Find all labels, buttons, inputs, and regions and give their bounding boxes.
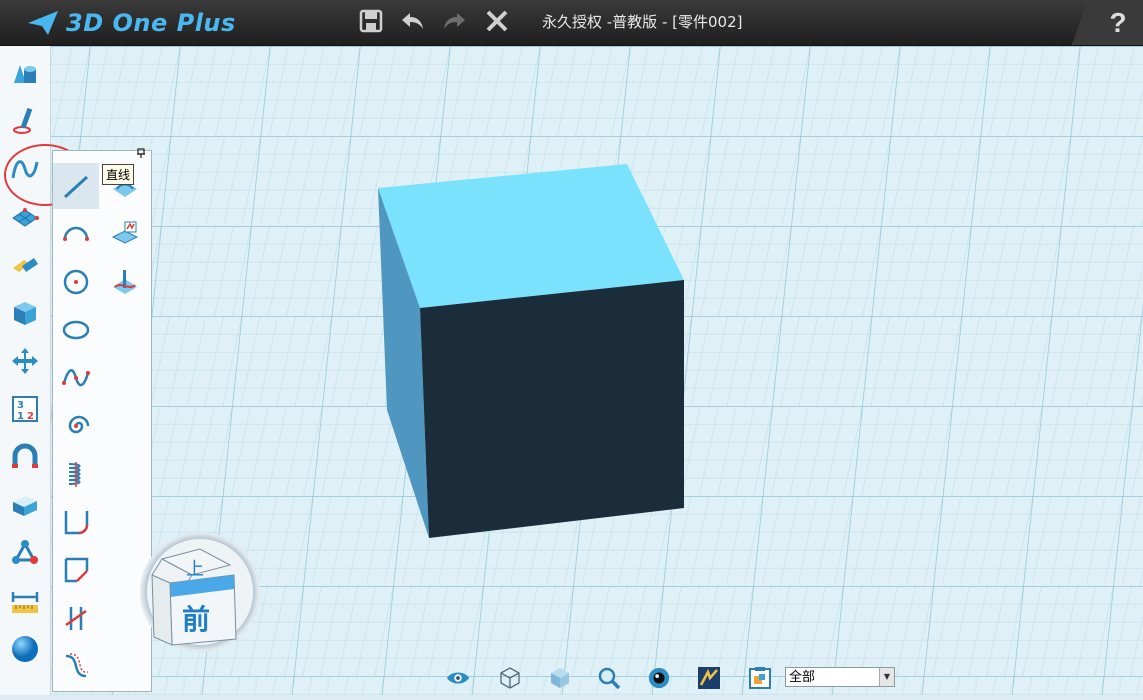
- feature-button[interactable]: [8, 296, 42, 330]
- curve-flyout-panel: [52, 150, 152, 692]
- wireframe-view-button[interactable]: [498, 666, 522, 690]
- view-visibility-button[interactable]: [446, 666, 470, 690]
- close-button[interactable]: [484, 8, 510, 34]
- app-name: 3D One Plus: [66, 9, 236, 37]
- chevron-down-icon[interactable]: ▼: [879, 668, 894, 686]
- line-tool[interactable]: [53, 163, 99, 209]
- reference-geometry-icon: [111, 221, 139, 244]
- combine-button[interactable]: [8, 248, 42, 282]
- save-icon: [359, 9, 383, 33]
- undo-button[interactable]: [400, 8, 426, 34]
- svg-text:2: 2: [27, 411, 34, 422]
- sketch-display-icon: [698, 667, 720, 689]
- basic-shapes-icon: [14, 65, 36, 83]
- basic-shapes-button[interactable]: [8, 56, 42, 90]
- move-icon: [12, 348, 38, 374]
- project-curve-tool[interactable]: [101, 259, 147, 305]
- sphere-icon: [12, 636, 38, 662]
- trim-icon: [65, 607, 87, 630]
- view-cube-front-label: 前: [182, 603, 210, 636]
- combine-icon: [13, 258, 38, 272]
- spiral-tool[interactable]: [53, 403, 99, 449]
- special-functions-icon: [12, 208, 39, 227]
- close-icon: [486, 10, 508, 32]
- circle-tool[interactable]: [53, 259, 99, 305]
- spiral-icon: [68, 415, 90, 434]
- specific-dims-button[interactable]: 3 1 2: [8, 392, 42, 426]
- arc-icon: [63, 226, 89, 241]
- project-curve-icon: [113, 270, 137, 294]
- line-icon: [63, 175, 89, 199]
- offset-curve-icon: [65, 653, 89, 678]
- svg-text:1: 1: [17, 411, 24, 422]
- specific-dims-icon: 3 1 2: [12, 396, 38, 422]
- circle-icon: [63, 269, 89, 295]
- offset-curve-tool[interactable]: [53, 643, 99, 689]
- chamfer-icon: [64, 557, 89, 583]
- ellipse-tool[interactable]: [53, 307, 99, 353]
- shaded-view-button[interactable]: [548, 666, 572, 690]
- sketch-button[interactable]: [8, 104, 42, 138]
- paper-plane-icon: [28, 11, 58, 35]
- magnet-icon: [12, 443, 38, 468]
- sketch-pen-icon: [13, 107, 33, 134]
- reference-geometry-tool[interactable]: [101, 211, 147, 257]
- help-icon: ?: [1109, 6, 1127, 38]
- app-logo: 3D One Plus: [26, 8, 236, 38]
- feature-cube-icon: [14, 302, 36, 325]
- camera-lens-icon: [648, 667, 670, 689]
- fillet-tool[interactable]: [53, 499, 99, 545]
- render-button[interactable]: [647, 666, 671, 690]
- base-edit-button[interactable]: [8, 488, 42, 522]
- view-cube[interactable]: 上 前: [148, 545, 248, 650]
- arc-tool[interactable]: [53, 211, 99, 257]
- assembly-icon: [12, 540, 38, 564]
- shaded-cube-icon: [551, 668, 569, 688]
- spline-icon: [62, 369, 90, 387]
- ellipse-icon: [62, 320, 90, 340]
- cube-front-face: [420, 280, 684, 538]
- fillet-icon: [64, 511, 89, 535]
- title-bar: 3D One Plus 永久授权 -普教版 - [零件002] ?: [0, 0, 1143, 46]
- material-icon: [749, 667, 771, 689]
- zoom-button[interactable]: [597, 666, 621, 690]
- magnifier-icon: [598, 667, 621, 690]
- svg-text:3: 3: [17, 400, 24, 411]
- helix-icon: [68, 462, 81, 487]
- adsorb-button[interactable]: [8, 440, 42, 474]
- measure-button[interactable]: [8, 584, 42, 618]
- sketch-display-button[interactable]: [697, 666, 721, 690]
- filter-select-value: 全部: [789, 670, 816, 685]
- material-button[interactable]: [748, 666, 772, 690]
- pin-icon[interactable]: [136, 148, 146, 158]
- wireframe-cube-icon: [500, 667, 520, 689]
- spline-tool[interactable]: [53, 355, 99, 401]
- redo-button[interactable]: [441, 8, 467, 34]
- trim-tool[interactable]: [53, 595, 99, 641]
- block-edit-icon: [13, 496, 37, 516]
- help-button[interactable]: ?: [1072, 0, 1143, 45]
- tooltip: 直线: [102, 164, 135, 185]
- color-button[interactable]: [8, 632, 42, 666]
- chamfer-tool[interactable]: [53, 547, 99, 593]
- document-title: 永久授权 -普教版 - [零件002]: [542, 13, 743, 31]
- move-button[interactable]: [8, 344, 42, 378]
- helix-tool[interactable]: [53, 451, 99, 497]
- filter-select[interactable]: 全部 ▼: [785, 667, 895, 687]
- ruler-icon: [11, 592, 39, 613]
- redo-icon: [444, 13, 465, 29]
- save-button[interactable]: [358, 8, 384, 34]
- view-cube-top-label: 上: [186, 559, 204, 580]
- undo-icon: [402, 13, 423, 29]
- eye-icon: [446, 672, 470, 684]
- assembly-button[interactable]: [8, 536, 42, 570]
